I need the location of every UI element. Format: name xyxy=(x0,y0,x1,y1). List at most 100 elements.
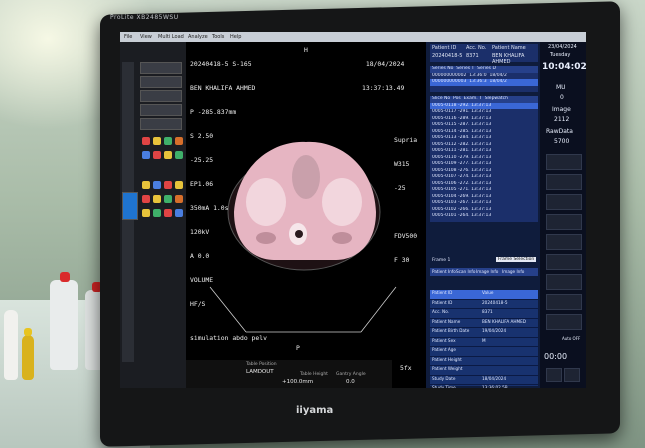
slice-no: 0005-0106 xyxy=(432,180,457,186)
tool-icon[interactable] xyxy=(153,151,161,159)
status-button[interactable] xyxy=(546,314,582,330)
menu-analyze[interactable]: Analyze xyxy=(188,34,208,40)
menu-file[interactable]: File xyxy=(124,34,132,40)
tool-icon[interactable] xyxy=(175,151,183,159)
slice-pos: -274. xyxy=(457,174,470,179)
info-row: Patient ID 20240418-5 xyxy=(430,300,538,309)
tool-icon[interactable] xyxy=(175,195,183,203)
slice-pos: -279. xyxy=(457,154,470,160)
tool-button[interactable] xyxy=(140,104,182,116)
slice-watch-header: Slepwatch xyxy=(484,96,508,101)
info-row: Patient Sex M xyxy=(430,338,538,347)
series-row[interactable]: 000000000003 13:36:3 18/04/2 xyxy=(430,79,538,86)
tool-icon[interactable] xyxy=(142,209,150,217)
image-value: 2112 xyxy=(554,116,570,123)
tool-button[interactable] xyxy=(140,76,182,88)
overlay-top-right: 18/04/2024 13:37:13.49 xyxy=(362,44,404,108)
tab-patient-info[interactable]: Patient Info xyxy=(432,269,456,274)
slice-table: Slice No Pos Exam. T Slepwatch 0005-0118… xyxy=(430,96,538,222)
tool-icon[interactable] xyxy=(175,209,183,217)
patient-name-label: Patient Name xyxy=(492,45,526,51)
info-key: Patient Birth Date xyxy=(432,328,470,333)
overlay-z: -25.25 xyxy=(190,156,214,164)
tab-image-info[interactable]: Image Info xyxy=(476,269,498,274)
menu-tools[interactable]: Tools xyxy=(212,34,224,40)
slice-row[interactable]: 0005-0101 -264. 13:37:13 xyxy=(430,213,538,220)
tool-icon[interactable] xyxy=(175,181,183,189)
series-date: 18/04/2 xyxy=(489,79,507,84)
overlay-right: Supria W315 -25 FDV500 F 30 xyxy=(394,120,417,280)
tool-icon[interactable] xyxy=(142,181,150,189)
slice-pos: -284. xyxy=(457,135,470,140)
status-button[interactable] xyxy=(546,174,582,190)
power-tool-button[interactable] xyxy=(122,192,138,220)
info-value: 8371 xyxy=(482,309,493,314)
info-value: 13:36:02.5B xyxy=(482,385,508,388)
frame-selector[interactable]: Frame 1 xyxy=(432,258,450,263)
info-key: Patient Height xyxy=(432,356,462,362)
info-value: BEN KHALIFA AHMED xyxy=(482,318,527,324)
tool-icon[interactable] xyxy=(142,151,150,159)
slice-pos: -292. xyxy=(457,102,470,108)
slice-pos: -276. xyxy=(457,167,470,173)
status-button[interactable] xyxy=(546,274,582,290)
tool-icon[interactable] xyxy=(153,181,161,189)
overlay-f: F 30 xyxy=(394,256,410,264)
status-day: Tuesday xyxy=(550,52,571,58)
tool-button[interactable] xyxy=(140,118,182,130)
auto-off-label[interactable]: Auto OFF xyxy=(562,336,580,341)
info-row: Patient Weight xyxy=(430,366,538,376)
tool-icon[interactable] xyxy=(153,195,161,203)
status-button[interactable] xyxy=(546,254,582,270)
tool-icon[interactable] xyxy=(142,195,150,203)
series-no: 000000000003 xyxy=(432,79,467,84)
tool-icon[interactable] xyxy=(164,181,172,189)
info-key: Study Time xyxy=(432,385,456,388)
status-button[interactable] xyxy=(546,194,582,210)
table-position-value: LAMDOUT xyxy=(246,369,274,375)
tool-icon[interactable] xyxy=(164,209,172,217)
slice-no: 0005-0108 xyxy=(432,167,457,173)
tool-icon[interactable] xyxy=(153,137,161,145)
tool-icon[interactable] xyxy=(164,151,172,159)
tab-image-info-2[interactable]: Image Info xyxy=(502,269,524,274)
status-button[interactable] xyxy=(546,294,582,310)
tool-icon[interactable] xyxy=(153,209,161,217)
acc-no-label: Acc. No. xyxy=(466,45,487,51)
tool-button[interactable] xyxy=(140,90,182,102)
slice-no: 0005-0118 xyxy=(432,102,457,108)
slice-no: 0005-0101 xyxy=(432,213,457,218)
patient-header: Patient ID Acc. No. Patient Name 2024041… xyxy=(430,44,538,65)
tool-icon[interactable] xyxy=(142,137,150,145)
menu-multi-load[interactable]: Multi Load xyxy=(158,34,184,40)
ct-image-viewer[interactable]: 20240418-5 S-165 BEN KHALIFA AHMED P -28… xyxy=(186,42,426,388)
tool-icon[interactable] xyxy=(164,195,172,203)
info-header-row: Patient ID Value xyxy=(430,290,538,300)
slice-time: 13:37:13 xyxy=(471,174,492,179)
series-time: 13:36:3 xyxy=(469,79,487,84)
overlay-tube: 350mA 1.0s xyxy=(190,204,229,212)
tool-button[interactable] xyxy=(140,62,182,74)
frame-selection-button[interactable]: Frame Selection xyxy=(496,257,537,262)
slice-time: 13:37:13 xyxy=(471,109,492,114)
menu-help[interactable]: Help xyxy=(230,34,241,40)
status-button[interactable] xyxy=(546,154,582,170)
slice-no: 0005-0105 xyxy=(432,187,457,192)
slice-pos: -282. xyxy=(457,141,470,147)
status-time: 10:04:02 xyxy=(542,62,586,72)
tab-scan-info[interactable]: Scan Info xyxy=(456,269,475,274)
play-button[interactable] xyxy=(546,368,562,382)
patient-id-label: Patient ID xyxy=(432,45,457,51)
tool-icon[interactable] xyxy=(164,137,172,145)
status-button[interactable] xyxy=(546,234,582,250)
info-key: Patient Name xyxy=(432,318,461,324)
stop-button[interactable] xyxy=(564,368,580,382)
info-key: Patient Weight xyxy=(432,366,463,371)
info-key: Acc. No. xyxy=(432,309,450,314)
slice-time: 13:37:13 xyxy=(471,180,492,186)
menu-view[interactable]: View xyxy=(140,34,152,40)
tool-icon[interactable] xyxy=(175,137,183,145)
slice-time: 13:37:13 xyxy=(471,167,492,173)
status-button[interactable] xyxy=(546,214,582,230)
slice-no: 0005-0104 xyxy=(432,193,457,199)
